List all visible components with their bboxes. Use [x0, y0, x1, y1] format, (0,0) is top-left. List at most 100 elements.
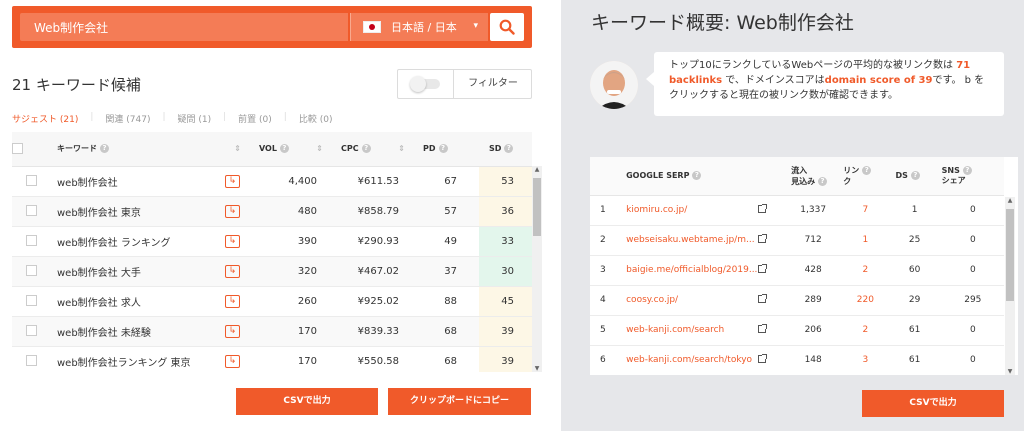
external-link-icon[interactable]: [757, 233, 767, 243]
serp-url-link[interactable]: web-kanji.com/search/tokyo: [618, 345, 758, 375]
header-sns-label: シェア: [941, 175, 966, 185]
scrollbar-thumb[interactable]: [1006, 209, 1014, 301]
arrow-link-icon[interactable]: ↳: [225, 324, 240, 338]
row-checkbox[interactable]: [25, 265, 37, 277]
traffic-cell: 289: [783, 285, 836, 316]
pd-cell: 67: [415, 166, 479, 197]
tab-suggest[interactable]: サジェスト (21): [12, 112, 78, 125]
pd-cell: 88: [415, 286, 479, 317]
table-row: web制作会社 求人 ↳ 260 ¥925.02 88 45: [12, 286, 532, 317]
row-checkbox-cell: [12, 286, 50, 317]
keyword-cell: web制作会社 大手: [50, 256, 225, 287]
vol-cell: 170: [251, 316, 333, 347]
language-select[interactable]: 日本語 / 日本 ▾: [350, 13, 488, 41]
row-checkbox[interactable]: [25, 175, 37, 187]
external-link-icon[interactable]: [757, 323, 767, 333]
row-checkbox[interactable]: [25, 235, 37, 247]
filter-button[interactable]: フィルター: [454, 70, 532, 98]
links-cell[interactable]: 220: [835, 285, 888, 316]
header-traffic: 流入 見込み?: [783, 157, 836, 196]
links-cell[interactable]: 2: [835, 255, 888, 286]
external-link-icon[interactable]: [757, 293, 767, 303]
help-icon[interactable]: ?: [962, 165, 972, 175]
table-header: キーワード? ⇕ VOL? ⇕ CPC? ⇕ PD? SD?: [12, 132, 532, 167]
row-checkbox[interactable]: [25, 325, 37, 337]
scroll-down-icon[interactable]: ▼: [1005, 368, 1015, 375]
row-checkbox[interactable]: [25, 205, 37, 217]
filter-toggle[interactable]: [398, 70, 454, 98]
sort-icon[interactable]: ⇕: [398, 144, 405, 153]
search-input[interactable]: [20, 13, 348, 41]
arrow-link-icon[interactable]: ↳: [225, 264, 240, 278]
help-icon[interactable]: ?: [361, 144, 371, 154]
sns-cell: 295: [933, 285, 1004, 316]
header-vol[interactable]: VOL? ⇕: [251, 132, 333, 167]
arrow-link-icon[interactable]: ↳: [225, 234, 240, 248]
help-icon[interactable]: ?: [100, 144, 109, 154]
serp-row: 5 web-kanji.com/search 206 2 61 0: [590, 315, 1004, 346]
links-cell[interactable]: 1: [835, 225, 888, 256]
header-traffic-label: 見込み: [791, 176, 816, 186]
keyword-cell: web制作会社: [50, 166, 225, 197]
keyword-table-scrollbar[interactable]: ▲ ▼: [532, 166, 542, 372]
external-link-icon[interactable]: [757, 353, 767, 363]
scroll-down-icon[interactable]: ▼: [532, 365, 542, 372]
header-pd[interactable]: PD?: [415, 132, 479, 167]
tab-prepositions[interactable]: 前置 (0): [238, 112, 272, 125]
help-icon[interactable]: ?: [279, 144, 289, 154]
external-link-icon[interactable]: [757, 203, 767, 213]
serp-index: 2: [590, 225, 619, 256]
help-icon[interactable]: ?: [910, 171, 920, 181]
row-checkbox[interactable]: [25, 295, 37, 307]
sort-icon[interactable]: ⇕: [316, 144, 323, 153]
keyword-cell: web制作会社 求人: [50, 286, 225, 317]
arrow-link-icon[interactable]: ↳: [225, 174, 240, 188]
serp-url-link[interactable]: coosy.co.jp/: [618, 285, 758, 316]
links-cell[interactable]: 7: [835, 195, 888, 226]
tab-comparisons[interactable]: 比較 (0): [299, 112, 333, 125]
row-checkbox[interactable]: [25, 355, 37, 367]
serp-table-scrollbar[interactable]: ▲ ▼: [1005, 197, 1015, 375]
cpc-cell: ¥550.58: [333, 346, 415, 372]
help-icon[interactable]: ?: [818, 176, 828, 186]
keyword-cell: web制作会社 東京: [50, 196, 225, 227]
sort-icon[interactable]: ⇕: [234, 144, 241, 153]
serp-url-link[interactable]: baigie.me/officialblog/2019...: [618, 255, 758, 286]
header-cpc-label: CPC: [341, 144, 359, 154]
external-link-icon[interactable]: [757, 263, 767, 273]
keyword-panel: 日本語 / 日本 ▾ 21 キーワード候補 フィルター サジェスト (21) |…: [0, 0, 561, 431]
traffic-cell: 148: [783, 345, 836, 375]
traffic-cell: 428: [783, 255, 836, 286]
arrow-link-icon[interactable]: ↳: [225, 204, 240, 218]
csv-export-button[interactable]: CSVで出力: [236, 388, 378, 415]
serp-url-link[interactable]: kiomiru.co.jp/: [618, 195, 758, 226]
serp-row: 1 kiomiru.co.jp/1,337 7 1 0: [590, 195, 1004, 226]
select-all-checkbox[interactable]: [12, 143, 23, 155]
tab-related[interactable]: 関連 (747): [105, 112, 150, 125]
tab-questions[interactable]: 疑問 (1): [178, 112, 212, 125]
help-icon[interactable]: ?: [692, 171, 702, 181]
header-sns: SNS? シェア: [933, 157, 1004, 196]
scroll-up-icon[interactable]: ▲: [1005, 197, 1015, 204]
header-ds-label: DS: [895, 171, 908, 181]
links-cell[interactable]: 3: [835, 345, 888, 375]
scroll-up-icon[interactable]: ▲: [532, 166, 542, 173]
serp-url-link[interactable]: web-kanji.com/search: [618, 315, 758, 346]
scrollbar-thumb[interactable]: [533, 178, 541, 236]
serp-url-link[interactable]: webseisaku.webtame.jp/m...: [618, 225, 758, 256]
serp-index: 5: [590, 315, 619, 346]
help-icon[interactable]: ?: [504, 144, 514, 154]
serp-index: 1: [590, 195, 619, 226]
header-sd[interactable]: SD?: [479, 132, 532, 167]
arrow-link-icon[interactable]: ↳: [225, 294, 240, 308]
header-cpc[interactable]: CPC? ⇕: [333, 132, 415, 167]
copy-clipboard-button[interactable]: クリップボードにコピー: [388, 388, 531, 415]
header-index: [590, 157, 619, 196]
links-cell[interactable]: 2: [835, 315, 888, 346]
search-button[interactable]: [490, 13, 524, 41]
help-icon[interactable]: ?: [438, 144, 448, 154]
vol-cell: 4,400: [251, 166, 333, 197]
arrow-link-icon[interactable]: ↳: [225, 354, 240, 368]
overview-csv-export-button[interactable]: CSVで出力: [862, 390, 1004, 417]
help-icon[interactable]: ?: [862, 165, 872, 175]
